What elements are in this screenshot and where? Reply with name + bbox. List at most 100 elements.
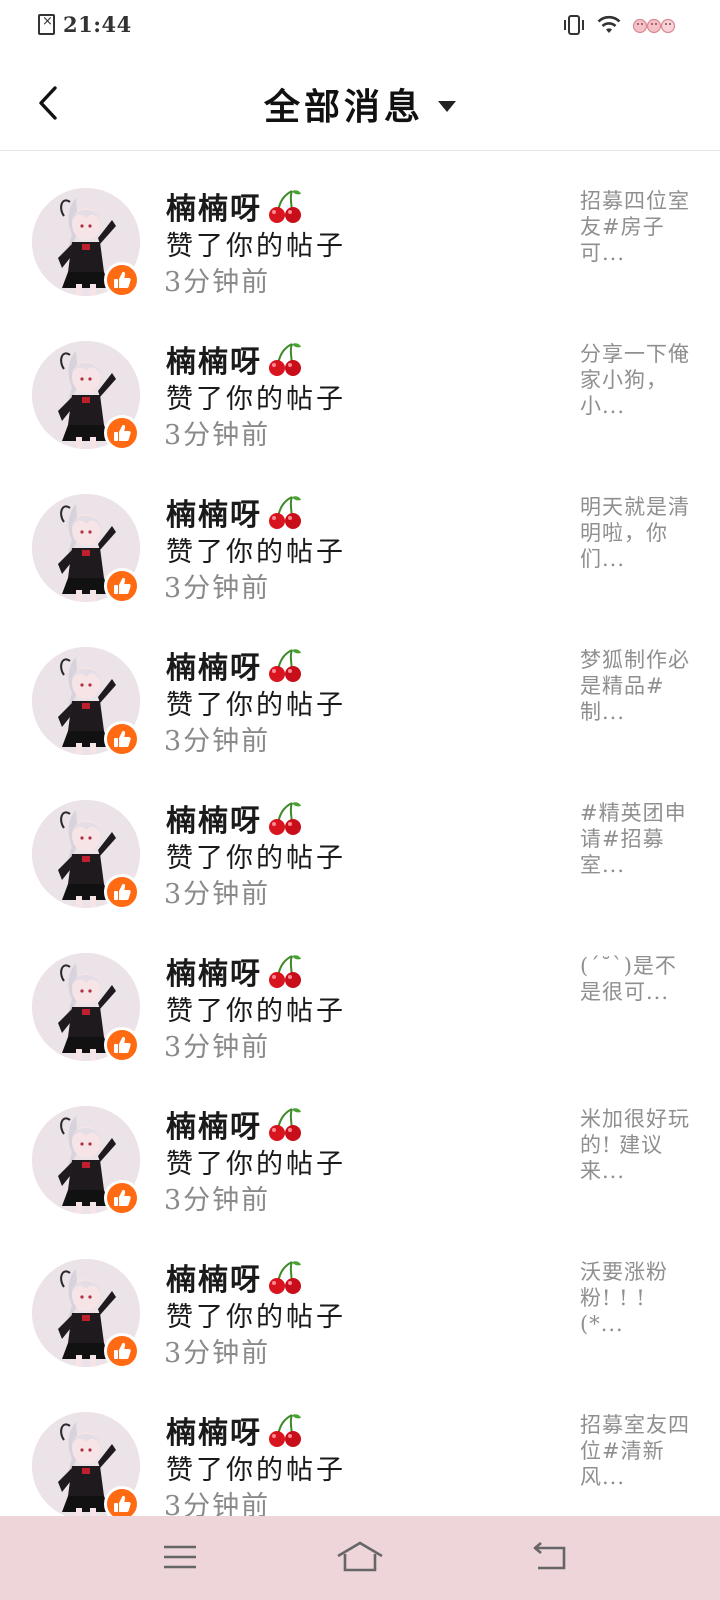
cherry-icon [269,1108,301,1141]
user-name[interactable]: 楠楠呀 [166,1102,262,1146]
post-preview[interactable]: 招募室友四位#清新风... [580,1412,690,1490]
status-bar: 21:44 [0,0,720,56]
timestamp: 3分钟前 [164,879,271,910]
user-name[interactable]: 楠楠呀 [166,184,262,228]
name-line: 楠楠呀 [166,184,304,228]
like-badge [104,1486,140,1516]
action-text: 赞了你的帖子 [166,1149,346,1180]
notification-row[interactable]: 楠楠呀 赞了你的帖子 3分钟前 米加很好玩的! 建议来... [0,1070,720,1226]
status-left: 21:44 [38,12,132,37]
title-dropdown[interactable]: 全部消息 [0,78,720,130]
system-nav-bar [0,1516,720,1600]
cherry-icon [269,190,301,223]
battery-icon [632,18,676,34]
cherry-icon [269,343,301,376]
notification-row[interactable]: 楠楠呀 赞了你的帖子 3分钟前 沃要涨粉粉! ! ! (*... [0,1223,720,1379]
cherry-icon [269,649,301,682]
back-nav-button[interactable] [520,1532,580,1582]
thumbs-up-icon [114,1495,131,1512]
post-preview[interactable]: 招募四位室友#房子可... [580,188,690,266]
action-text: 赞了你的帖子 [166,231,346,262]
like-badge [104,568,140,604]
cherry-icon [269,1261,301,1294]
page-title: 全部消息 [263,86,424,128]
thumbs-up-icon [114,730,131,747]
thumbs-up-icon [114,1342,131,1359]
action-text: 赞了你的帖子 [166,996,346,1027]
thumbs-up-icon [114,271,131,288]
notification-row[interactable]: 楠楠呀 赞了你的帖子 3分钟前 分享一下俺家小狗，小... [0,305,720,461]
post-preview[interactable]: 明天就是清明啦，你们... [580,494,690,572]
user-name[interactable]: 楠楠呀 [166,1408,262,1452]
action-text: 赞了你的帖子 [166,384,346,415]
cherry-icon [269,955,301,988]
timestamp: 3分钟前 [164,726,271,757]
name-line: 楠楠呀 [166,796,304,840]
wifi-icon [597,15,621,33]
thumbs-up-icon [114,1189,131,1206]
thumbs-up-icon [114,1036,131,1053]
thumbs-up-icon [114,883,131,900]
home-button[interactable] [330,1532,390,1582]
home-icon [337,1541,383,1572]
like-badge [104,262,140,298]
user-name[interactable]: 楠楠呀 [166,949,262,993]
name-line: 楠楠呀 [166,1408,304,1452]
notification-row[interactable]: 楠楠呀 赞了你的帖子 3分钟前 梦狐制作必是精品#制... [0,611,720,767]
timestamp: 3分钟前 [164,420,271,451]
vibrate-icon [564,15,584,35]
status-right [562,14,678,36]
action-text: 赞了你的帖子 [166,843,346,874]
user-name[interactable]: 楠楠呀 [166,1255,262,1299]
name-line: 楠楠呀 [166,949,304,993]
timestamp: 3分钟前 [164,1185,271,1216]
like-badge [104,1333,140,1369]
timestamp: 3分钟前 [164,573,271,604]
user-name[interactable]: 楠楠呀 [166,337,262,381]
timestamp: 3分钟前 [164,267,271,298]
no-sim-icon [38,14,55,35]
post-preview[interactable]: 沃要涨粉粉! ! ! (*... [580,1259,690,1337]
user-name[interactable]: 楠楠呀 [166,643,262,687]
thumbs-up-icon [114,577,131,594]
user-name[interactable]: 楠楠呀 [166,490,262,534]
post-preview[interactable]: (ˊ˘ˋ)是不是很可... [580,953,690,1005]
post-preview[interactable]: 分享一下俺家小狗，小... [580,341,690,419]
notification-row[interactable]: 楠楠呀 赞了你的帖子 3分钟前 招募室友四位#清新风... [0,1376,720,1516]
cherry-icon [269,802,301,835]
status-time: 21:44 [63,12,132,37]
like-badge [104,1027,140,1063]
cherry-icon [269,1414,301,1447]
timestamp: 3分钟前 [164,1338,271,1369]
post-preview[interactable]: 梦狐制作必是精品#制... [580,647,690,725]
action-text: 赞了你的帖子 [166,690,346,721]
notification-row[interactable]: 楠楠呀 赞了你的帖子 3分钟前 招募四位室友#房子可... [0,152,720,308]
user-name[interactable]: 楠楠呀 [166,796,262,840]
name-line: 楠楠呀 [166,643,304,687]
post-preview[interactable]: #精英团申请#招募室... [580,800,690,878]
name-line: 楠楠呀 [166,490,304,534]
header: 全部消息 [0,56,720,151]
notification-row[interactable]: 楠楠呀 赞了你的帖子 3分钟前 (ˊ˘ˋ)是不是很可... [0,917,720,1073]
cherry-icon [269,496,301,529]
name-line: 楠楠呀 [166,1102,304,1146]
like-badge [104,874,140,910]
post-preview[interactable]: 米加很好玩的! 建议来... [580,1106,690,1184]
thumbs-up-icon [114,424,131,441]
action-text: 赞了你的帖子 [166,1302,346,1333]
timestamp: 3分钟前 [164,1032,271,1063]
back-icon [533,1542,566,1570]
menu-icon [164,1545,196,1569]
notification-list[interactable]: 楠楠呀 赞了你的帖子 3分钟前 招募四位室友#房子可... 楠楠呀 赞了你的帖子… [0,152,720,1516]
action-text: 赞了你的帖子 [166,1455,346,1486]
caret-down-icon [438,100,456,112]
name-line: 楠楠呀 [166,337,304,381]
timestamp: 3分钟前 [164,1491,271,1516]
like-badge [104,415,140,451]
notification-row[interactable]: 楠楠呀 赞了你的帖子 3分钟前 明天就是清明啦，你们... [0,458,720,614]
name-line: 楠楠呀 [166,1255,304,1299]
menu-button[interactable] [150,1532,210,1582]
like-badge [104,721,140,757]
notification-row[interactable]: 楠楠呀 赞了你的帖子 3分钟前 #精英团申请#招募室... [0,764,720,920]
like-badge [104,1180,140,1216]
